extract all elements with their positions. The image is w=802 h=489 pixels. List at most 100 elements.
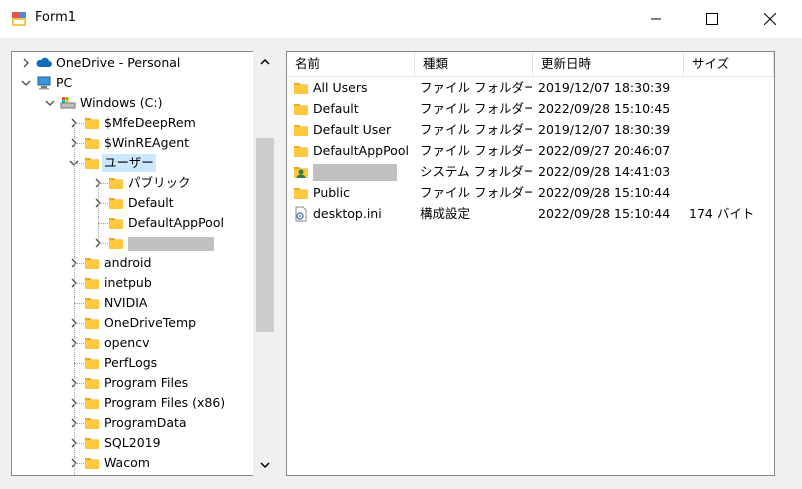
tree-node-label[interactable]: PerfLogs — [102, 354, 159, 372]
tree-node[interactable]: SQL2019 — [12, 433, 252, 453]
folder-icon — [85, 418, 99, 429]
tree-node[interactable]: OneDrive - Personal — [12, 53, 252, 73]
list-item[interactable]: DefaultAppPool ファイル フォルダー 2022/09/27 20:46… — [287, 140, 774, 161]
folder-icon — [85, 398, 99, 409]
folder-icon — [294, 83, 308, 94]
folder-tree-view[interactable]: OneDrive - Personal PC Windows (C:) $MfeDee… — [11, 51, 277, 476]
list-cell-size: 174 バイト — [689, 206, 755, 221]
folder-icon — [85, 318, 99, 329]
list-cell-type: ファイル フォルダー — [420, 185, 532, 200]
tree-node[interactable]: パブリック — [12, 173, 252, 193]
list-item[interactable]: Default User ファイル フォルダー 2019/12/07 18:30:3… — [287, 119, 774, 140]
tree-node[interactable]: $WinREAgent — [12, 133, 252, 153]
list-cell-name: desktop.ini — [313, 206, 382, 221]
tree-node[interactable]: Default — [12, 193, 252, 213]
tree-node[interactable]: $MfeDeepRem — [12, 113, 252, 133]
tree-node-label[interactable] — [126, 234, 216, 252]
tree-node-label[interactable]: android — [102, 254, 153, 272]
file-list-view[interactable]: 名前 種類 更新日時 サイズ All Users ファイル フォルダー 2019/1… — [286, 51, 775, 476]
list-cell-size — [689, 119, 774, 140]
list-cell-size — [689, 98, 774, 119]
folder-icon — [85, 118, 99, 129]
minimize-button[interactable] — [633, 0, 679, 38]
tree-vertical-scrollbar[interactable] — [253, 51, 277, 476]
list-item[interactable]: Public ファイル フォルダー 2022/09/28 15:10:44 — [287, 182, 774, 203]
tree-node-label[interactable]: Windows (C:) — [78, 94, 164, 112]
tree-node-label[interactable]: OneDriveTemp — [102, 314, 198, 332]
tree-node[interactable]: Windows (C:) — [12, 93, 252, 113]
list-item[interactable]: desktop.ini 構成設定 2022/09/28 15:10:44 174 バイ… — [287, 203, 774, 224]
column-header-name[interactable]: 名前 — [287, 52, 415, 77]
collapse-chevron-icon[interactable] — [44, 97, 56, 109]
folder-icon — [85, 358, 99, 369]
maximize-button[interactable] — [689, 0, 735, 38]
close-icon — [764, 13, 776, 25]
expand-chevron-icon[interactable] — [20, 57, 32, 69]
tree-node[interactable]: Program Files — [12, 373, 252, 393]
tree-node-label[interactable]: Program Files (x86) — [102, 394, 227, 412]
tree-node[interactable]: Program Files (x86) — [12, 393, 252, 413]
tree-node-label[interactable]: $MfeDeepRem — [102, 114, 198, 132]
list-item[interactable]: システム フォルダー 2022/09/28 14:41:03 — [287, 161, 774, 182]
list-cell-modified: 2022/09/27 20:46:07 — [538, 143, 671, 158]
list-cell-type: ファイル フォルダー — [420, 122, 532, 137]
tree-node-label[interactable]: opencv — [102, 334, 151, 352]
scroll-down-button[interactable] — [253, 454, 277, 476]
list-item[interactable]: All Users ファイル フォルダー 2019/12/07 18:30:39 — [287, 77, 774, 98]
scroll-thumb[interactable] — [256, 138, 274, 332]
tree-node[interactable]: android — [12, 253, 252, 273]
chevron-up-icon — [260, 58, 270, 65]
title-bar: Form1 — [0, 0, 802, 38]
tree-node[interactable]: opencv — [12, 333, 252, 353]
tree-node-label[interactable]: パブリック — [126, 174, 193, 192]
scroll-up-button[interactable] — [253, 51, 277, 73]
tree-node-label[interactable]: DefaultAppPool — [126, 214, 226, 232]
list-cell-modified: 2019/12/07 18:30:39 — [538, 122, 671, 137]
close-button[interactable] — [747, 0, 793, 38]
tree-node[interactable]: Wacom — [12, 453, 252, 473]
tree-node-label[interactable]: ProgramData — [102, 414, 189, 432]
tree-node-label[interactable]: SQL2019 — [102, 434, 163, 452]
folder-icon — [294, 125, 308, 136]
tree-node-label[interactable]: PC — [54, 74, 74, 92]
list-cell-type: システム フォルダー — [420, 164, 532, 179]
folder-icon — [109, 238, 123, 249]
tree-node[interactable]: DefaultAppPool — [12, 213, 252, 233]
tree-node[interactable]: PC — [12, 73, 252, 93]
tree-node[interactable] — [12, 233, 252, 253]
list-cell-modified: 2022/09/28 15:10:44 — [538, 185, 671, 200]
tree-node[interactable]: OneDriveTemp — [12, 313, 252, 333]
column-header-type[interactable]: 種類 — [415, 52, 533, 77]
list-cell-name: DefaultAppPool — [313, 143, 409, 158]
tree-node[interactable]: ProgramData — [12, 413, 252, 433]
tree-node-label[interactable]: OneDrive - Personal — [54, 54, 182, 72]
tree-node[interactable]: ユーザー — [12, 153, 252, 173]
folder-icon — [85, 298, 99, 309]
tree-node-label[interactable]: $WinREAgent — [102, 134, 191, 152]
settings-file-icon — [295, 206, 307, 222]
tree-node-label[interactable]: inetpub — [102, 274, 154, 292]
folder-icon — [294, 146, 308, 157]
tree-node[interactable]: inetpub — [12, 273, 252, 293]
tree-node-label[interactable]: Program Files — [102, 374, 190, 392]
tree-connector-line — [74, 123, 75, 475]
list-cell-modified: 2019/12/07 18:30:39 — [538, 80, 671, 95]
column-header-size[interactable]: サイズ — [684, 52, 774, 77]
tree-node-label[interactable]: Default — [126, 194, 176, 212]
tree-node-label[interactable]: NVIDIA — [102, 294, 149, 312]
list-cell-size — [689, 161, 774, 182]
folder-icon — [109, 198, 123, 209]
redacted-name — [128, 236, 214, 251]
tree-node[interactable]: PerfLogs — [12, 353, 252, 373]
list-cell-modified: 2022/09/28 15:10:45 — [538, 101, 671, 116]
collapse-chevron-icon[interactable] — [20, 77, 32, 89]
folder-icon — [85, 458, 99, 469]
list-cell-size — [689, 77, 774, 98]
tree-node-label[interactable]: Wacom — [102, 454, 152, 472]
list-item[interactable]: Default ファイル フォルダー 2022/09/28 15:10:45 — [287, 98, 774, 119]
tree-node[interactable]: NVIDIA — [12, 293, 252, 313]
form-app-icon — [12, 12, 26, 26]
list-cell-size — [689, 140, 774, 161]
tree-node-label[interactable]: ユーザー — [102, 154, 156, 172]
column-header-modified[interactable]: 更新日時 — [533, 52, 684, 77]
